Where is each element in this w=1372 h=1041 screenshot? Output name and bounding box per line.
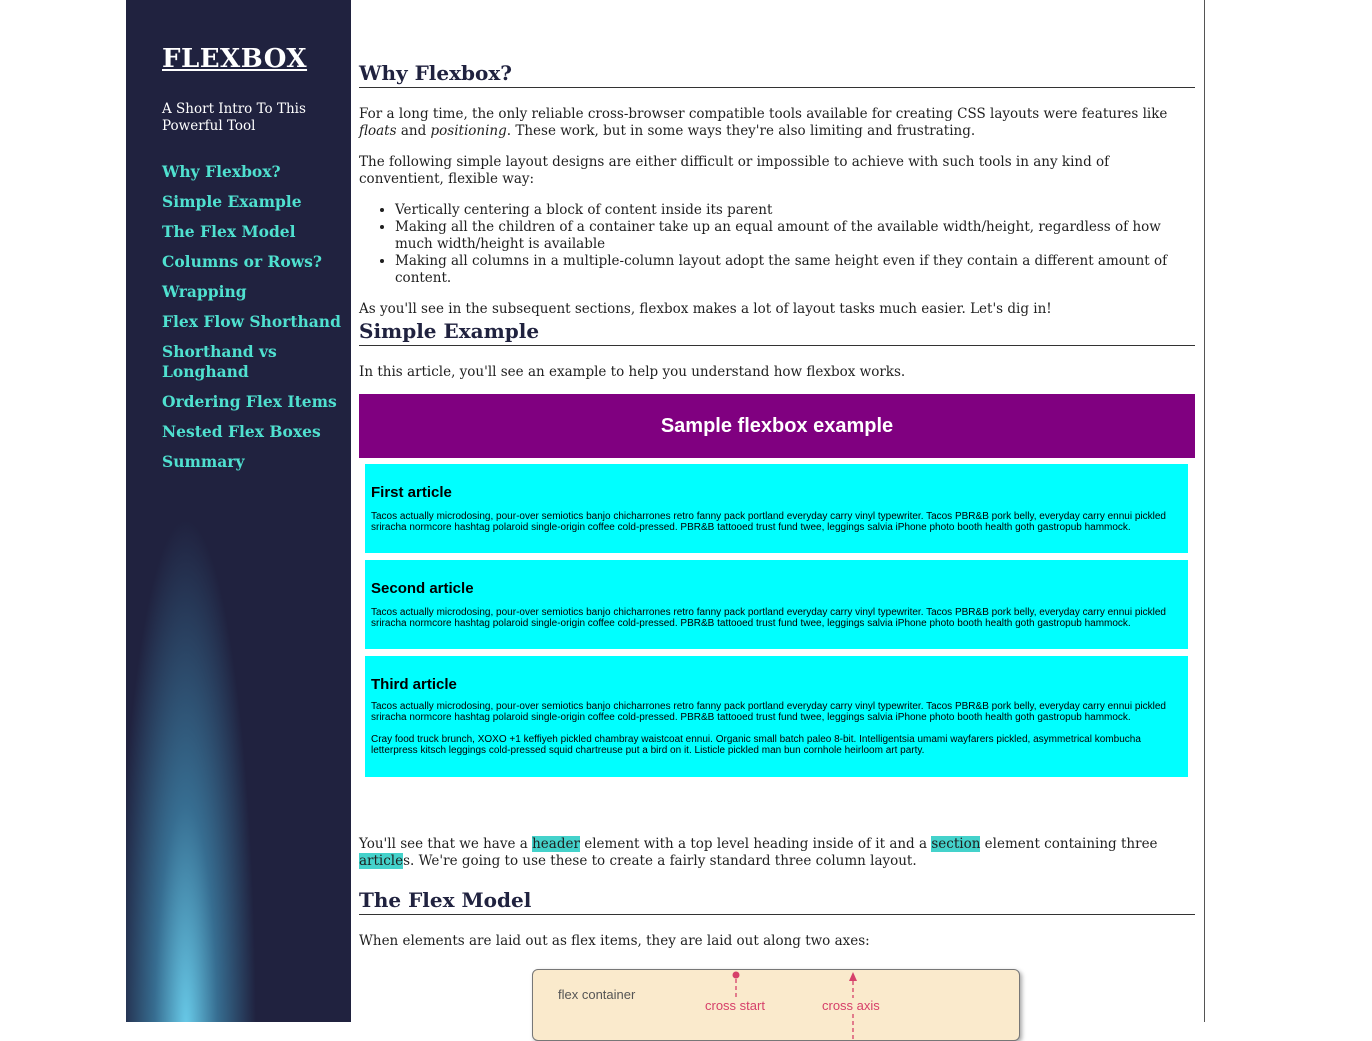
nav-link-summary[interactable]: Summary (162, 452, 347, 472)
floats-term: floats (359, 123, 397, 139)
flex-model-section: The Flex Model When elements are laid ou… (359, 887, 1195, 950)
nav-link-flex-flow-shorthand[interactable]: Flex Flow Shorthand (162, 312, 347, 332)
nav-link-flex-model[interactable]: The Flex Model (162, 222, 347, 242)
section-title-why-flexbox: Why Flexbox? (359, 60, 1195, 88)
sidebar: FLEXBOX A Short Intro To This Powerful T… (126, 0, 351, 1022)
nav-link-simple-example[interactable]: Simple Example (162, 192, 347, 212)
article-card-third: Third article Tacos actually microdosing… (365, 656, 1188, 777)
simple-intro: In this article, you'll see an example t… (359, 364, 906, 380)
cross-axis-arrowhead (849, 972, 857, 981)
list-item: Making all columns in a multiple-column … (395, 253, 1195, 287)
why-paragraph-3: As you'll see in the subsequent sections… (359, 301, 1052, 317)
diagram-cross-axis-label: cross axis (822, 998, 880, 1013)
simple-explanation: You'll see that we have a header element… (359, 836, 1195, 870)
nav-link-columns-or-rows[interactable]: Columns or Rows? (162, 252, 347, 272)
list-item: Vertically centering a block of content … (395, 202, 1195, 219)
code-section: section (931, 836, 981, 852)
why-bullet-list: Vertically centering a block of content … (359, 202, 1195, 287)
article-title: Second article (371, 580, 474, 597)
simple-after-paragraph: You'll see that we have a header element… (359, 836, 1158, 869)
sidebar-glow-decoration (126, 480, 276, 1022)
diagram-arrows (732, 971, 857, 1040)
diagram-cross-start-label: cross start (705, 998, 765, 1013)
sidebar-nav: Why Flexbox? Simple Example The Flex Mod… (162, 162, 347, 482)
section-title-simple-example: Simple Example (359, 318, 1195, 346)
article-card-second: Second article Tacos actually microdosin… (365, 560, 1188, 649)
flex-model-diagram: flex container cross start cross axis (532, 969, 1020, 1041)
simple-example-section: Simple Example In this article, you'll s… (359, 318, 1195, 381)
content-right-border (1204, 0, 1205, 1022)
nav-link-why-flexbox[interactable]: Why Flexbox? (162, 162, 347, 182)
article-body: Tacos actually microdosing, pour-over se… (371, 607, 1166, 629)
nav-link-ordering-flex-items[interactable]: Ordering Flex Items (162, 392, 347, 412)
why-paragraph-2: The following simple layout designs are … (359, 154, 1110, 187)
code-header: header (532, 836, 580, 852)
why-paragraph-1: For a long time, the only reliable cross… (359, 106, 1168, 139)
section-title-flex-model: The Flex Model (359, 887, 1195, 915)
sample-flexbox-demo: Sample flexbox example First article Tac… (359, 394, 1195, 778)
positioning-term: positioning (430, 123, 507, 139)
article-body: Cray food truck brunch, XOXO +1 keffiyeh… (371, 734, 1141, 756)
nav-link-shorthand-vs-longhand[interactable]: Shorthand vs Longhand (162, 342, 347, 382)
article-body: Tacos actually microdosing, pour-over se… (371, 511, 1166, 533)
site-tagline: A Short Intro To This Powerful Tool (162, 101, 306, 134)
article-title: First article (371, 484, 452, 501)
nav-link-nested-flex-boxes[interactable]: Nested Flex Boxes (162, 422, 347, 442)
flex-model-intro: When elements are laid out as flex items… (359, 933, 870, 949)
list-item: Making all the children of a container t… (395, 219, 1195, 253)
site-logo[interactable]: FLEXBOX (162, 44, 307, 74)
article-card-first: First article Tacos actually microdosing… (365, 464, 1188, 553)
cross-start-marker (732, 971, 740, 979)
article-title: Third article (371, 676, 457, 693)
why-flexbox-section: Why Flexbox? For a long time, the only r… (359, 60, 1195, 318)
article-body: Tacos actually microdosing, pour-over se… (371, 701, 1166, 723)
code-article: article (359, 853, 404, 869)
sample-header: Sample flexbox example (359, 394, 1195, 458)
nav-link-wrapping[interactable]: Wrapping (162, 282, 347, 302)
